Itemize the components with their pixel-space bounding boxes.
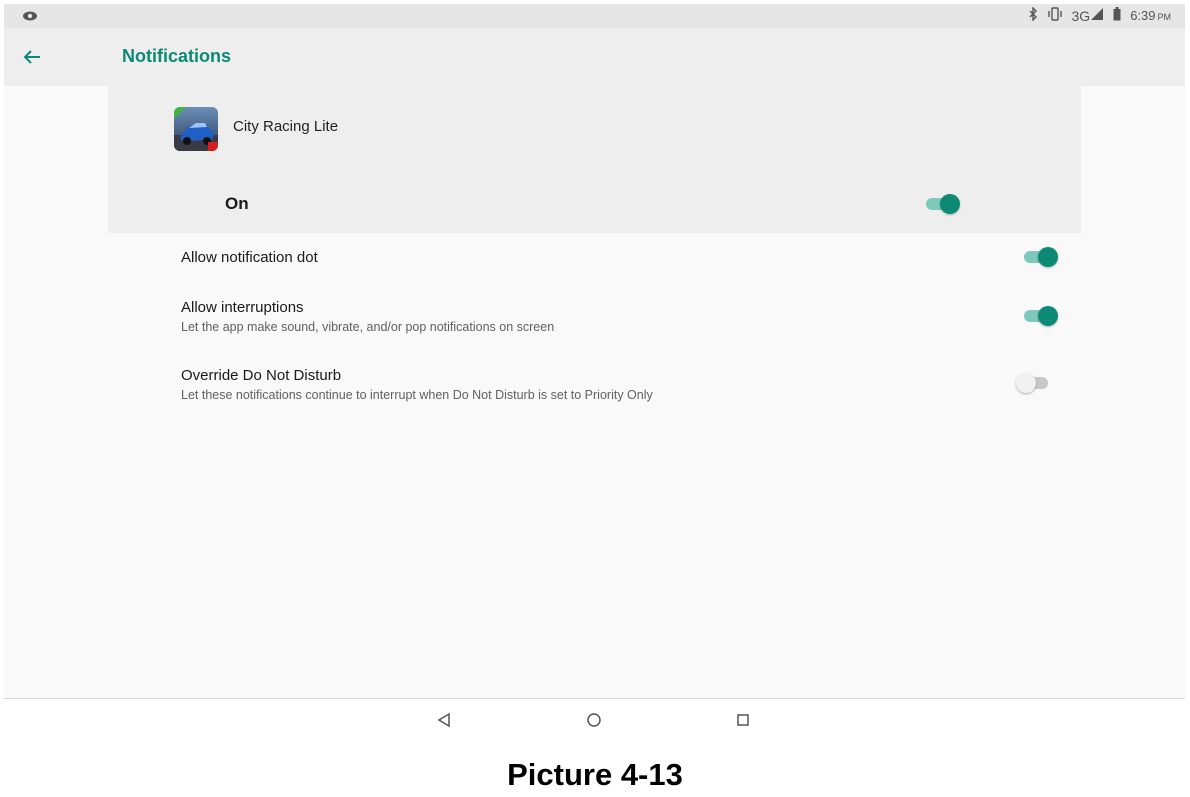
figure-caption: Picture 4-13 bbox=[507, 757, 683, 792]
back-triangle-icon[interactable] bbox=[434, 710, 454, 730]
master-toggle-label: On bbox=[225, 194, 249, 213]
app-header-card: City Racing Lite On bbox=[108, 86, 1081, 233]
vibrate-icon bbox=[1047, 7, 1063, 24]
switch-thumb bbox=[1038, 247, 1058, 267]
notification-dot-switch[interactable] bbox=[1022, 247, 1058, 267]
app-name: City Racing Lite bbox=[233, 118, 339, 135]
back-arrow-icon[interactable] bbox=[20, 45, 44, 69]
navigation-bar bbox=[4, 698, 1185, 743]
setting-title: Allow interruptions bbox=[181, 299, 304, 316]
eye-icon bbox=[22, 9, 38, 27]
override-dnd-switch[interactable] bbox=[1016, 373, 1052, 393]
network-type-label: 3G bbox=[1071, 7, 1091, 24]
setting-subtitle: Let the app make sound, vibrate, and/or … bbox=[181, 320, 555, 334]
master-notifications-switch[interactable] bbox=[924, 194, 960, 214]
clock-ampm: PM bbox=[1157, 12, 1172, 22]
status-bar: 3G 6:39 PM bbox=[4, 4, 1185, 28]
switch-thumb bbox=[1016, 373, 1036, 393]
setting-title: Allow notification dot bbox=[181, 249, 318, 266]
setting-subtitle: Let these notifications continue to inte… bbox=[181, 388, 653, 402]
home-circle-icon[interactable] bbox=[584, 710, 604, 730]
device-screen: 3G 6:39 PM Notifications City Racing Lit… bbox=[4, 4, 1185, 698]
clock-time: 6:39 bbox=[1130, 8, 1156, 23]
signal-icon bbox=[1090, 7, 1104, 24]
page-title: Notifications bbox=[122, 46, 232, 66]
app-bar: Notifications bbox=[4, 28, 1185, 86]
switch-thumb bbox=[1038, 306, 1058, 326]
setting-title: Override Do Not Disturb bbox=[181, 367, 342, 384]
recents-square-icon[interactable] bbox=[733, 710, 753, 730]
switch-thumb bbox=[940, 194, 960, 214]
battery-icon bbox=[1113, 7, 1121, 24]
status-icons: 3G 6:39 PM bbox=[1028, 6, 1172, 24]
app-icon bbox=[174, 107, 218, 151]
interruptions-switch[interactable] bbox=[1022, 306, 1058, 326]
bluetooth-icon bbox=[1028, 6, 1038, 24]
